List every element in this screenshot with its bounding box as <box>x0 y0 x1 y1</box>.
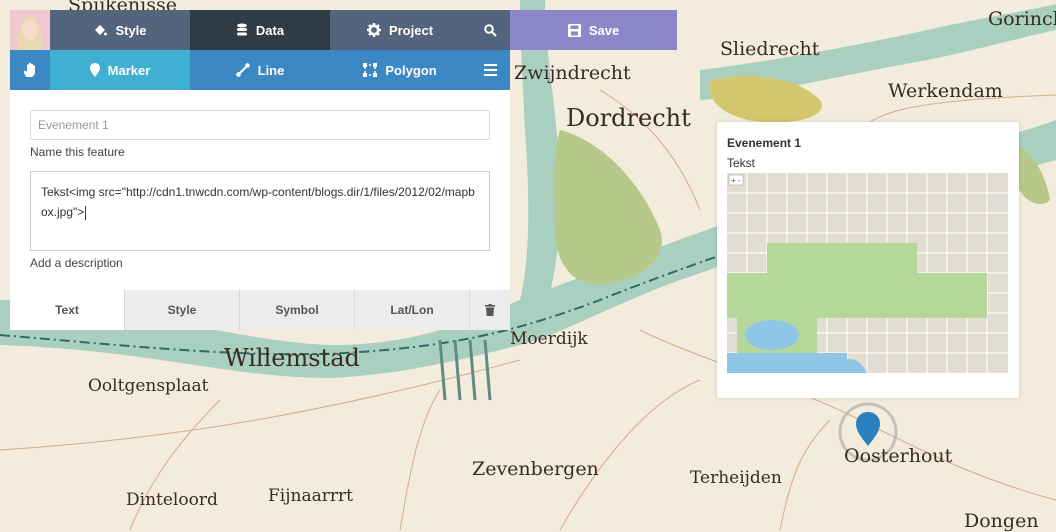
feature-name-hint: Name this feature <box>30 145 125 159</box>
data-button[interactable]: Data <box>190 10 330 50</box>
tab-symbol[interactable]: Symbol <box>239 290 354 330</box>
database-icon <box>236 23 248 37</box>
line-icon <box>235 63 250 77</box>
search-button[interactable] <box>470 10 510 50</box>
place-dordrecht: Dordrecht <box>566 104 691 132</box>
popup-embedded-map-image: + - <box>727 173 1008 373</box>
paint-bucket-icon <box>93 23 108 37</box>
place-zwijndrecht: Zwijndrecht <box>514 62 631 84</box>
save-button-label: Save <box>588 22 620 38</box>
save-button[interactable]: Save <box>510 10 677 50</box>
hand-icon <box>22 62 38 78</box>
editor-tabs: Text Style Symbol Lat/Lon <box>10 290 510 330</box>
feature-editor-panel: Evenement 1 Name this feature Tekst<img … <box>10 90 510 330</box>
delete-feature-button[interactable] <box>469 290 510 330</box>
tab-style[interactable]: Style <box>124 290 239 330</box>
style-button[interactable]: Style <box>50 10 190 50</box>
polygon-tool-label: Polygon <box>385 62 437 78</box>
line-tool-button[interactable]: Line <box>190 50 330 90</box>
search-icon <box>483 23 497 37</box>
menu-button[interactable] <box>470 50 510 90</box>
marker-tool-button[interactable]: Marker <box>50 50 190 90</box>
text-cursor <box>85 205 87 220</box>
floppy-disk-icon <box>567 23 581 37</box>
feature-description-hint: Add a description <box>30 256 123 270</box>
style-button-label: Style <box>115 22 147 38</box>
place-dongen: Dongen <box>964 510 1039 532</box>
place-terheijden: Terheijden <box>690 468 782 488</box>
polygon-tool-button[interactable]: Polygon <box>330 50 470 90</box>
marker-popup: Evenement 1 Tekst + - <box>717 122 1019 398</box>
hamburger-menu-icon <box>483 64 497 76</box>
place-zevenbergen: Zevenbergen <box>472 458 599 480</box>
description-text: Tekst<img src="http://cdn1.tnwcdn.com/wp… <box>41 185 475 219</box>
svg-text:+ -: + - <box>731 176 741 185</box>
pan-tool-button[interactable] <box>10 50 50 90</box>
polygon-icon <box>363 63 378 77</box>
place-fijnaart: Fijnaarrrt <box>268 486 353 506</box>
popup-description: Tekst <box>727 156 756 170</box>
place-werkendam: Werkendam <box>888 80 1003 102</box>
place-moerdijk: Moerdijk <box>510 329 588 349</box>
place-sliedrecht: Sliedrecht <box>720 38 820 60</box>
place-dinteloord: Dinteloord <box>126 490 218 510</box>
marker-tool-label: Marker <box>107 62 151 78</box>
line-tool-label: Line <box>257 62 285 78</box>
trash-icon <box>485 304 495 316</box>
tab-lat-lon[interactable]: Lat/Lon <box>354 290 469 330</box>
project-button-label: Project <box>388 22 434 38</box>
feature-name-input[interactable]: Evenement 1 <box>30 110 490 140</box>
project-button[interactable]: Project <box>330 10 470 50</box>
data-button-label: Data <box>255 22 285 38</box>
place-oosterhout: Oosterhout <box>844 445 953 467</box>
place-willemstad: Willemstad <box>224 344 360 372</box>
popup-title: Evenement 1 <box>727 136 802 150</box>
user-avatar[interactable] <box>10 10 50 50</box>
avatar-image <box>10 10 50 50</box>
gear-icon <box>366 23 381 37</box>
feature-description-textarea[interactable]: Tekst<img src="http://cdn1.tnwcdn.com/wp… <box>30 171 490 251</box>
map-pin-icon <box>89 63 100 77</box>
tab-text[interactable]: Text <box>10 290 124 330</box>
place-ooltgensplaat: Ooltgensplaat <box>88 376 209 396</box>
place-gorinchem: Gorinche <box>988 8 1056 30</box>
